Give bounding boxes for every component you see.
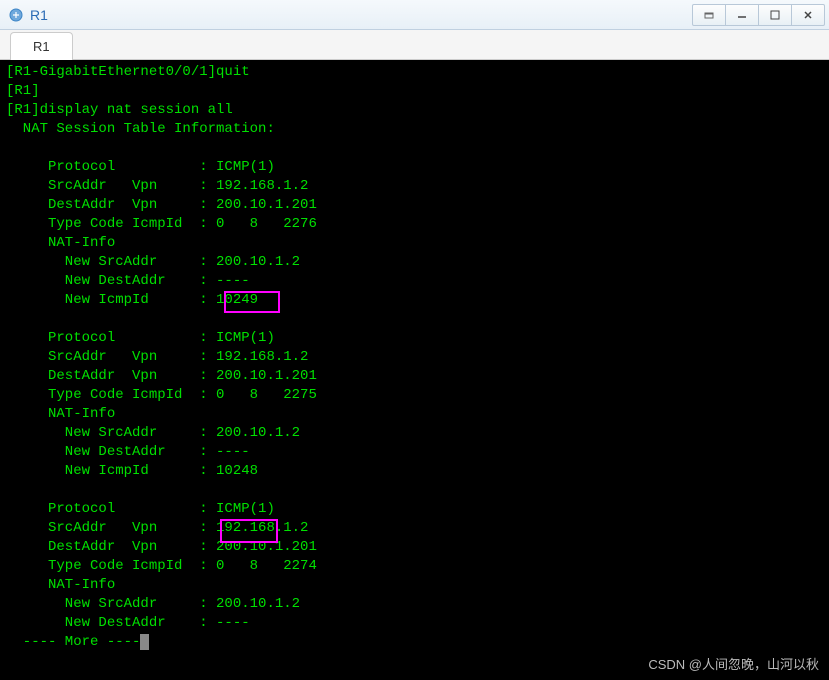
terminal-line: DestAddr Vpn : 200.10.1.201 — [6, 538, 823, 557]
terminal-line: NAT-Info — [6, 405, 823, 424]
terminal-line: NAT-Info — [6, 576, 823, 595]
terminal-line: SrcAddr Vpn : 192.168.1.2 — [6, 519, 823, 538]
terminal-line: New DestAddr : ---- — [6, 614, 823, 633]
terminal-line: [R1] — [6, 82, 823, 101]
terminal-line: SrcAddr Vpn : 192.168.1.2 — [6, 177, 823, 196]
terminal-line: DestAddr Vpn : 200.10.1.201 — [6, 196, 823, 215]
terminal-line: ---- More ---- — [6, 633, 823, 652]
terminal-line: New SrcAddr : 200.10.1.2 — [6, 253, 823, 272]
terminal-line: SrcAddr Vpn : 192.168.1.2 — [6, 348, 823, 367]
terminal-line: DestAddr Vpn : 200.10.1.201 — [6, 367, 823, 386]
titlebar: R1 — [0, 0, 829, 30]
terminal-line: New DestAddr : ---- — [6, 443, 823, 462]
terminal-line: [R1]display nat session all — [6, 101, 823, 120]
terminal-line: New DestAddr : ---- — [6, 272, 823, 291]
tab-r1[interactable]: R1 — [10, 32, 73, 60]
terminal-line: New IcmpId : 10248 — [6, 462, 823, 481]
terminal-line: Type Code IcmpId : 0 8 2274 — [6, 557, 823, 576]
terminal-line: Type Code IcmpId : 0 8 2276 — [6, 215, 823, 234]
close-button[interactable] — [791, 4, 825, 26]
terminal-line: New IcmpId : 10249 — [6, 291, 823, 310]
terminal-line: [R1-GigabitEthernet0/0/1]quit — [6, 63, 823, 82]
router-icon — [8, 7, 24, 23]
titlebar-left: R1 — [4, 7, 48, 23]
terminal[interactable]: [R1-GigabitEthernet0/0/1]quit[R1][R1]dis… — [0, 60, 829, 680]
terminal-line: New SrcAddr : 200.10.1.2 — [6, 595, 823, 614]
terminal-line: Protocol : ICMP(1) — [6, 329, 823, 348]
terminal-line: NAT-Info — [6, 234, 823, 253]
terminal-line: Type Code IcmpId : 0 8 2275 — [6, 386, 823, 405]
minimize-button[interactable] — [725, 4, 759, 26]
terminal-line: New SrcAddr : 200.10.1.2 — [6, 424, 823, 443]
custom-button[interactable] — [692, 4, 726, 26]
terminal-line — [6, 139, 823, 158]
terminal-line: Protocol : ICMP(1) — [6, 500, 823, 519]
watermark: CSDN @人间忽晚，山河以秋 — [648, 655, 819, 674]
app-title: R1 — [30, 7, 48, 23]
maximize-button[interactable] — [758, 4, 792, 26]
terminal-line — [6, 481, 823, 500]
tabbar: R1 — [0, 30, 829, 60]
window-controls — [693, 4, 825, 26]
terminal-line: NAT Session Table Information: — [6, 120, 823, 139]
terminal-line: Protocol : ICMP(1) — [6, 158, 823, 177]
terminal-line — [6, 310, 823, 329]
